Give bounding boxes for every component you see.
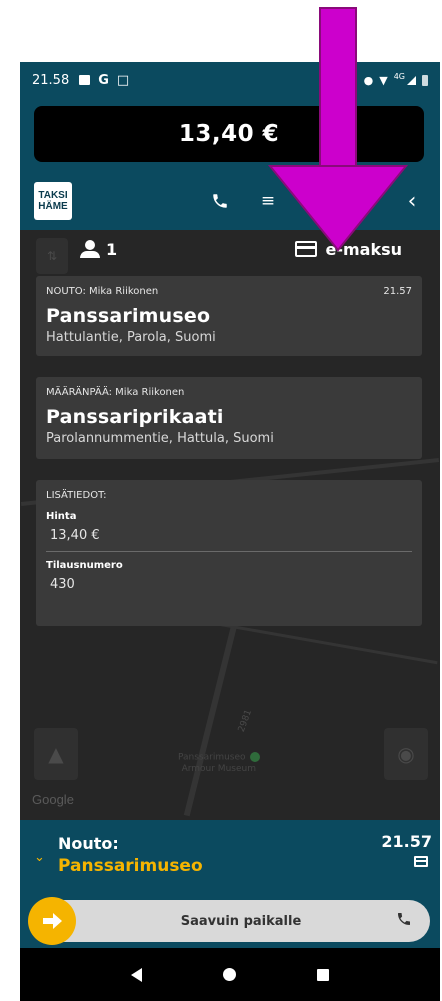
pickup-place: Panssarimuseo [46, 305, 211, 327]
arrived-label: Saavuin paikalle [180, 913, 302, 929]
order-number-value: 430 [50, 577, 75, 592]
map-poi-label: Panssarimuseo Armour Museum [178, 752, 260, 775]
toolbar-icons: ≡ ➚ ✉ ‹ [208, 189, 424, 214]
location-icon: ● [363, 73, 374, 87]
passenger-count-value: 1 [106, 239, 118, 259]
passenger-count: 1 [80, 240, 117, 259]
order-number-label: Tilausnumero [46, 560, 123, 571]
taksi-hame-logo: TAKSI HÄME [34, 182, 72, 220]
compass-button[interactable]: ▲ [34, 728, 78, 780]
photo-notification-icon [79, 75, 91, 85]
back-chevron-icon[interactable]: ‹ [400, 189, 424, 214]
destination-label: MÄÄRÄNPÄÄ: Mika Riikonen [46, 387, 185, 398]
nouto-time: 21.57 [381, 832, 432, 851]
bottom-sheet: ⌄ Nouto: Panssarimuseo 21.57 Saavuin pai… [20, 820, 440, 948]
list-icon[interactable]: ≡ [256, 189, 280, 213]
logo-line1: TAKSI [38, 190, 68, 201]
payment-method-value: e-maksu [325, 239, 402, 259]
nav-recents-icon[interactable] [317, 968, 330, 981]
pickup-address: Hattulantie, Parola, Suomi [46, 330, 216, 345]
taximeter-display: 13,40 € [34, 106, 424, 162]
nouto-label: Nouto: [58, 834, 119, 853]
toolbar: TAKSI HÄME ≡ ➚ ✉ ‹ [34, 172, 424, 230]
status-bar: 21.58 G □ ● ▼ 4G [20, 62, 440, 98]
arrived-slider[interactable]: Saavuin paikalle [28, 897, 430, 945]
phone-screen: 21.58 G □ ● ▼ 4G 13,40 € TAKSI HÄME ≡ ➚ … [20, 62, 440, 1001]
phone-icon[interactable] [208, 189, 232, 213]
price-label: Hinta [46, 511, 77, 522]
details-title: LISÄTIEDOT: [46, 490, 107, 501]
app-notification-icon: □ [116, 72, 130, 88]
price-value: 13,40 € [50, 528, 100, 543]
payment-card-icon [414, 856, 428, 867]
slide-arrow-button[interactable] [28, 897, 76, 945]
person-icon [80, 240, 100, 258]
android-nav-bar [20, 948, 440, 1001]
destination-place: Panssariprikaati [46, 406, 224, 428]
network-type: 4G [393, 71, 405, 81]
google-attribution: Google [32, 792, 74, 807]
nouto-place: Panssarimuseo [58, 856, 203, 876]
status-time: 21.58 [32, 72, 70, 88]
details-card: LISÄTIEDOT: Hinta 13,40 € Tilausnumero 4… [36, 480, 422, 626]
poi-line2: Armour Museum [181, 763, 256, 774]
map-layers-button[interactable]: ⇅ [36, 238, 68, 274]
signal-icon [407, 75, 416, 85]
app-header: 13,40 € TAKSI HÄME ≡ ➚ ✉ ‹ [20, 98, 440, 230]
chevron-down-icon[interactable]: ⌄ [34, 850, 45, 865]
divider [46, 551, 412, 552]
payment-method: e-maksu [295, 240, 402, 259]
destination-address: Parolannummentie, Hattula, Suomi [46, 431, 274, 446]
poi-line1: Panssarimuseo [178, 752, 246, 763]
call-icon[interactable] [396, 911, 412, 931]
battery-icon [422, 74, 428, 86]
credit-card-icon [295, 241, 318, 257]
navigate-icon[interactable]: ➚ [304, 189, 328, 213]
wifi-icon: ▼ [379, 73, 388, 87]
pickup-label: NOUTO: Mika Riikonen [46, 286, 159, 297]
status-right-icons: ● ▼ 4G [363, 71, 428, 87]
recenter-button[interactable]: ◉ [384, 728, 428, 780]
message-icon[interactable]: ✉ [352, 189, 376, 213]
nav-back-icon[interactable] [130, 967, 142, 982]
pickup-time: 21.57 [383, 286, 412, 297]
destination-card[interactable]: MÄÄRÄNPÄÄ: Mika Riikonen Panssariprikaat… [36, 377, 422, 459]
logo-line2: HÄME [38, 201, 68, 212]
pickup-card[interactable]: NOUTO: Mika Riikonen 21.57 Panssarimuseo… [36, 276, 422, 356]
google-notification-icon: G [98, 72, 109, 88]
ride-summary: 1 e-maksu [80, 234, 420, 264]
meter-amount: 13,40 € [178, 121, 280, 147]
map-road-label: 2981 [236, 708, 255, 734]
arrow-right-icon [42, 913, 62, 929]
map-pin-icon [249, 752, 260, 762]
nav-home-icon[interactable] [222, 968, 236, 981]
